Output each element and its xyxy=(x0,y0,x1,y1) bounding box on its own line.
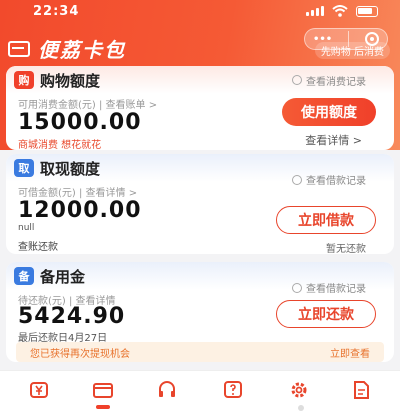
borrow-now-button[interactable]: 立即借款 xyxy=(276,206,376,234)
headset-icon[interactable] xyxy=(156,379,178,401)
bottom-tab-bar xyxy=(0,370,400,413)
notice-text: 您已获得再次提现机会 xyxy=(30,348,130,360)
view-details-link[interactable]: 查看详情 > xyxy=(305,132,362,148)
shopping-tag-icon: 购 xyxy=(14,71,34,89)
notice-action-link[interactable]: 立即查看 xyxy=(330,345,370,360)
record-icon xyxy=(292,282,302,293)
shopping-quota-card: 购 购物额度 查看消费记录 可用消费金额(元) | 查看账单 > 15000.0… xyxy=(6,66,394,150)
active-tab-indicator xyxy=(96,405,110,409)
reserve-tag-icon: 备 xyxy=(14,267,34,285)
wallet-logo-icon xyxy=(8,40,30,57)
card-header: 取 取现额度 查看借款记录 xyxy=(6,154,394,187)
wifi-icon xyxy=(332,5,348,17)
notice-bar[interactable]: 您已获得再次提现机会 立即查看 xyxy=(16,342,384,362)
null-text: null xyxy=(18,223,35,233)
signal-icon xyxy=(306,6,324,16)
consumption-record-link[interactable]: 查看消费记录 xyxy=(292,73,366,88)
card-header: 备 备用金 查看借款记录 xyxy=(6,262,394,295)
shopping-amount: 15000.00 xyxy=(18,110,142,135)
card-icon[interactable] xyxy=(92,379,114,401)
help-icon[interactable] xyxy=(222,379,244,401)
document-icon[interactable] xyxy=(350,379,372,401)
record-icon xyxy=(292,174,302,185)
status-time: 22:34 xyxy=(33,4,80,19)
app-title-row: 便荔卡包 xyxy=(8,34,126,63)
status-icons xyxy=(306,5,378,17)
status-bar: 22:34 xyxy=(0,0,400,24)
card-title: 取现额度 xyxy=(40,159,101,178)
cash-amount: 12000.00 xyxy=(18,198,142,223)
loan-record-link[interactable]: 查看借款记录 xyxy=(292,172,366,187)
cash-quota-card: 取 取现额度 查看借款记录 可借金额(元) | 查看详情 > 12000.00 … xyxy=(6,154,394,254)
check-repay-link[interactable]: 查账还款 xyxy=(18,238,58,253)
card-header: 购 购物额度 查看消费记录 xyxy=(6,66,394,94)
cash-tag-icon: 取 xyxy=(14,159,34,177)
repay-now-button[interactable]: 立即还款 xyxy=(276,300,376,328)
slogan-badge: 先购物 后消费 xyxy=(314,42,390,59)
reserve-amount: 5424.90 xyxy=(18,304,126,329)
shopping-subtext: 商城消费 想花就花 xyxy=(18,140,102,150)
borrowable-amount-label[interactable]: 可借金额(元) | 查看详情 > xyxy=(18,184,137,199)
yuan-icon[interactable] xyxy=(28,379,50,401)
loan-record-link[interactable]: 查看借款记录 xyxy=(292,280,366,295)
battery-icon xyxy=(356,5,378,17)
tab-dot xyxy=(298,405,304,411)
record-icon xyxy=(292,75,302,85)
available-amount-label[interactable]: 可用消费金额(元) | 查看账单 > xyxy=(18,96,157,111)
settings-icon[interactable] xyxy=(288,379,310,401)
reserve-fund-card: 备 备用金 查看借款记录 待还款(元) | 查看详情 5424.90 最后还款日… xyxy=(6,262,394,362)
app-title: 便荔卡包 xyxy=(38,38,126,62)
card-title: 备用金 xyxy=(40,267,86,286)
no-repayment-text: 暂无还款 xyxy=(326,244,366,254)
use-quota-button[interactable]: 使用额度 xyxy=(282,98,376,126)
card-title: 购物额度 xyxy=(40,71,101,90)
